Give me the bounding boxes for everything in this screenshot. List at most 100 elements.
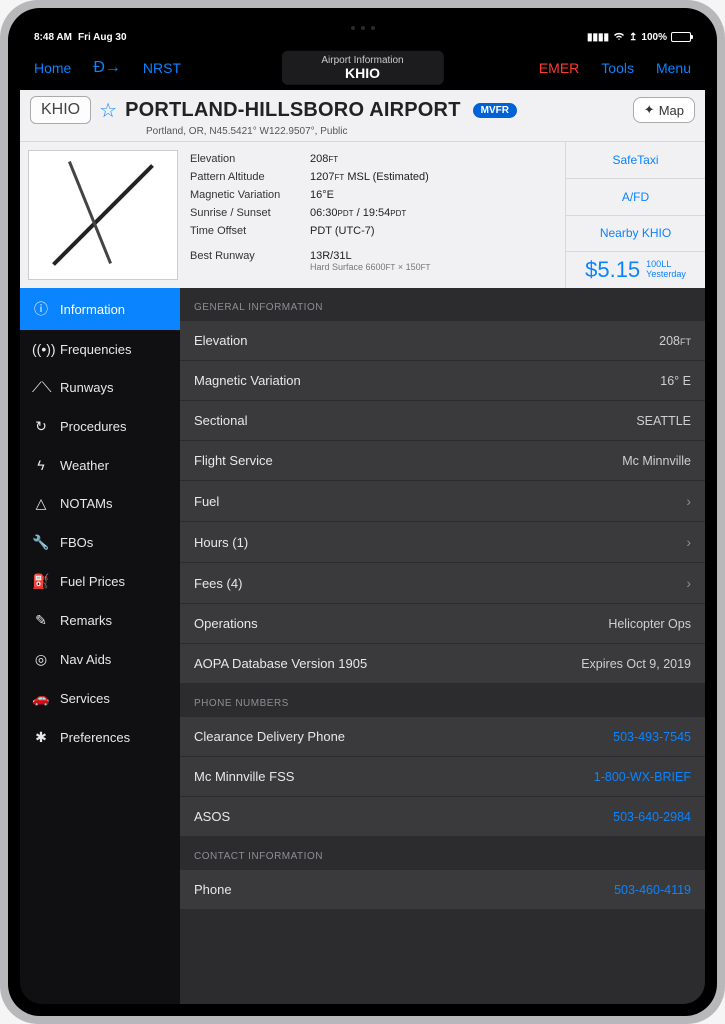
row-label: Clearance Delivery Phone bbox=[194, 729, 345, 744]
facts-offset-label: Time Offset bbox=[190, 225, 310, 237]
sidebar-item-remarks[interactable]: ✎Remarks bbox=[20, 601, 180, 640]
map-diamond-icon: ✦ bbox=[644, 102, 655, 118]
facts-offset-value: PDT (UTC-7) bbox=[310, 225, 375, 237]
row-clearance-phone[interactable]: Clearance Delivery Phone 503-493-7545 bbox=[180, 717, 705, 757]
row-value: Expires Oct 9, 2019 bbox=[581, 657, 691, 671]
row-label: Mc Minnville FSS bbox=[194, 769, 294, 784]
info-icon: ⓘ bbox=[32, 299, 50, 319]
row-elevation: Elevation 208FT bbox=[180, 321, 705, 361]
facts-sun-label: Sunrise / Sunset bbox=[190, 207, 310, 219]
row-value[interactable]: 503-493-7545 bbox=[613, 730, 691, 744]
sidebar-item-fbos[interactable]: 🔧 FBOs bbox=[20, 523, 180, 562]
fuel-price-value: $5.15 bbox=[585, 257, 640, 283]
row-value: 16° E bbox=[660, 374, 691, 388]
row-label: Fees (4) bbox=[194, 576, 242, 591]
sidebar-item-label: Runways bbox=[60, 380, 113, 395]
airport-header: KHIO ☆ PORTLAND-HILLSBORO AIRPORT MVFR ✦… bbox=[20, 90, 705, 288]
row-hours[interactable]: Hours (1) › bbox=[180, 522, 705, 563]
row-label: AOPA Database Version 1905 bbox=[194, 656, 367, 671]
section-general-header: GENERAL INFORMATION bbox=[180, 288, 705, 321]
left-sidebar: ⓘInformation ((•))Frequencies ⟋⟍Runways … bbox=[20, 288, 180, 1004]
antenna-icon: ((•)) bbox=[32, 341, 50, 357]
row-value: 208FT bbox=[659, 334, 691, 348]
sidebar-item-preferences[interactable]: ✱Preferences bbox=[20, 718, 180, 757]
row-label: Magnetic Variation bbox=[194, 373, 301, 388]
nav-up-icon: ↥ bbox=[629, 32, 637, 43]
row-value[interactable]: 1-800-WX-BRIEF bbox=[594, 770, 691, 784]
fuel-price-meta: 100LLYesterday bbox=[646, 260, 686, 280]
direct-to-icon[interactable]: Đ→ bbox=[93, 59, 121, 77]
link-nearby[interactable]: Nearby KHIO bbox=[566, 216, 705, 253]
facts-magvar-value: 16°E bbox=[310, 189, 334, 201]
sidebar-item-label: Services bbox=[60, 691, 110, 706]
nav-title[interactable]: Airport Information KHIO bbox=[281, 51, 443, 85]
airport-location-line: Portland, OR, N45.5421° W122.9507°, Publ… bbox=[20, 126, 705, 141]
favorite-star-icon[interactable]: ☆ bbox=[99, 98, 117, 123]
sidebar-item-information[interactable]: ⓘInformation bbox=[20, 288, 180, 330]
nav-home[interactable]: Home bbox=[34, 60, 71, 76]
row-magvar: Magnetic Variation 16° E bbox=[180, 361, 705, 401]
link-afd[interactable]: A/FD bbox=[566, 179, 705, 216]
sidebar-item-label: Fuel Prices bbox=[60, 574, 125, 589]
battery-pct: 100% bbox=[641, 32, 667, 43]
sidebar-item-label: Frequencies bbox=[60, 342, 132, 357]
link-fuel-price[interactable]: $5.15 100LLYesterday bbox=[566, 252, 705, 288]
row-flight-service: Flight Service Mc Minnville bbox=[180, 441, 705, 481]
sidebar-item-navaids[interactable]: ◎Nav Aids bbox=[20, 640, 180, 679]
weather-icon: ϟ bbox=[32, 457, 50, 473]
chevron-right-icon: › bbox=[686, 575, 691, 591]
nav-nrst[interactable]: NRST bbox=[143, 60, 181, 76]
sidebar-item-frequencies[interactable]: ((•)) Frequencies bbox=[20, 330, 180, 368]
row-label: ASOS bbox=[194, 809, 230, 824]
signal-icon: ▮▮▮▮ bbox=[587, 32, 609, 43]
row-value: Mc Minnville bbox=[622, 454, 691, 468]
nav-menu[interactable]: Menu bbox=[656, 60, 691, 76]
row-value[interactable]: 503-640-2984 bbox=[613, 810, 691, 824]
sidebar-item-label: NOTAMs bbox=[60, 496, 112, 511]
row-label: Fuel bbox=[194, 494, 219, 509]
car-icon: 🚗 bbox=[32, 690, 50, 707]
row-asos[interactable]: ASOS 503-640-2984 bbox=[180, 797, 705, 837]
sidebar-item-label: Nav Aids bbox=[60, 652, 111, 667]
airport-id-chip[interactable]: KHIO bbox=[30, 96, 91, 124]
facts-pattern-label: Pattern Altitude bbox=[190, 171, 310, 183]
sidebar-item-weather[interactable]: ϟWeather bbox=[20, 446, 180, 484]
sidebar-item-procedures[interactable]: ↻Procedures bbox=[20, 407, 180, 446]
nav-emer[interactable]: EMER bbox=[539, 60, 579, 76]
wrench-icon: 🔧 bbox=[32, 534, 50, 551]
row-value: Helicopter Ops bbox=[608, 617, 691, 631]
row-mcminnville-fss[interactable]: Mc Minnville FSS 1-800-WX-BRIEF bbox=[180, 757, 705, 797]
sidebar-item-label: FBOs bbox=[60, 535, 93, 550]
facts-bestrwy-value: 13R/31LHard Surface 6600FT × 150FT bbox=[310, 250, 430, 272]
sidebar-item-label: Procedures bbox=[60, 419, 126, 434]
sidebar-item-services[interactable]: 🚗 Services bbox=[20, 679, 180, 718]
content-pane[interactable]: GENERAL INFORMATION Elevation 208FT Magn… bbox=[180, 288, 705, 1004]
facts-sun-value: 06:30PDT / 19:54PDT bbox=[310, 207, 406, 219]
sidebar-item-label: Remarks bbox=[60, 613, 112, 628]
link-safetaxi[interactable]: SafeTaxi bbox=[566, 142, 705, 179]
facts-elevation-value: 208FT bbox=[310, 153, 338, 165]
sidebar-item-runways[interactable]: ⟋⟍Runways bbox=[20, 368, 180, 407]
row-contact-phone[interactable]: Phone 503-460-4119 bbox=[180, 870, 705, 910]
row-value: SEATTLE bbox=[636, 414, 691, 428]
row-label: Operations bbox=[194, 616, 258, 631]
row-value[interactable]: 503-460-4119 bbox=[614, 883, 691, 897]
airport-facts: Elevation208FT Pattern Altitude1207FT MS… bbox=[186, 142, 565, 288]
section-contact-header: CONTACT INFORMATION bbox=[180, 837, 705, 870]
nav-tools[interactable]: Tools bbox=[601, 60, 634, 76]
facts-bestrwy-label: Best Runway bbox=[190, 250, 310, 272]
sidebar-item-fuel-prices[interactable]: ⛽Fuel Prices bbox=[20, 562, 180, 601]
chevron-right-icon: › bbox=[686, 493, 691, 509]
section-phone-header: PHONE NUMBERS bbox=[180, 684, 705, 717]
row-label: Hours (1) bbox=[194, 535, 248, 550]
row-fees[interactable]: Fees (4) › bbox=[180, 563, 705, 604]
battery-icon bbox=[671, 32, 691, 42]
facts-magvar-label: Magnetic Variation bbox=[190, 189, 310, 201]
map-button[interactable]: ✦ Map bbox=[633, 97, 695, 123]
airport-diagram[interactable] bbox=[28, 150, 178, 280]
nav-bar: Home Đ→ NRST Airport Information KHIO EM… bbox=[20, 46, 705, 90]
row-fuel[interactable]: Fuel › bbox=[180, 481, 705, 522]
row-operations: Operations Helicopter Ops bbox=[180, 604, 705, 644]
sidebar-item-notams[interactable]: △NOTAMs bbox=[20, 484, 180, 523]
facts-elevation-label: Elevation bbox=[190, 153, 310, 165]
